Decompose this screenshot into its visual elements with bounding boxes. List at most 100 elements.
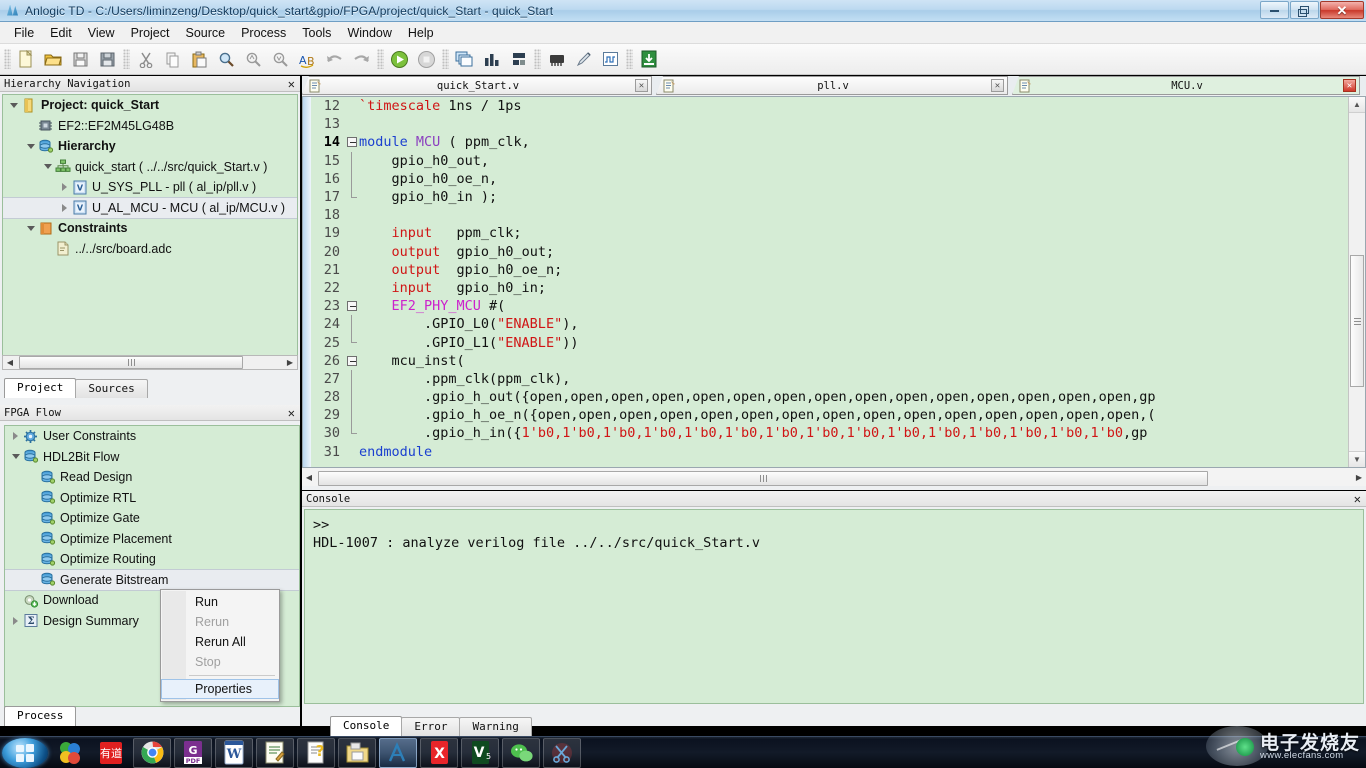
floorplan-icon[interactable] <box>506 47 531 72</box>
tree-item[interactable]: EF2::EF2M45LG48B <box>3 116 297 137</box>
scroll-down-icon[interactable]: ▼ <box>1349 451 1365 467</box>
layers-icon[interactable] <box>452 47 477 72</box>
toolbar-grip[interactable] <box>442 49 449 69</box>
tab-console[interactable]: Console <box>330 716 403 736</box>
code-line[interactable]: 28 .gpio_h_out({open,open,open,open,open… <box>303 388 1348 407</box>
expand-arrow-icon[interactable] <box>9 616 22 625</box>
fold-collapse-icon[interactable] <box>345 297 359 315</box>
context-menu-item-rerun-all[interactable]: Rerun All <box>161 632 279 652</box>
open-folder-icon[interactable] <box>41 47 66 72</box>
scroll-thumb[interactable] <box>318 470 1208 486</box>
scroll-left-icon[interactable]: ◀ <box>3 358 17 367</box>
menu-process[interactable]: Process <box>233 24 294 42</box>
scroll-right-icon[interactable]: ▶ <box>283 358 297 367</box>
find-previous-icon[interactable] <box>241 47 266 72</box>
sogou-pinyin-icon[interactable] <box>51 738 89 768</box>
download-icon[interactable] <box>636 47 661 72</box>
hierarchy-panel-close-icon[interactable]: ✕ <box>286 78 297 90</box>
flow-panel-close-icon[interactable]: ✕ <box>286 407 297 419</box>
code-line[interactable]: 23 EF2_PHY_MCU #( <box>303 297 1348 315</box>
code-line[interactable]: 27 .ppm_clk(ppm_clk), <box>303 369 1348 388</box>
tree-item[interactable]: Optimize Gate <box>5 508 299 529</box>
expand-arrow-icon[interactable] <box>58 183 71 192</box>
undo-icon[interactable] <box>322 47 347 72</box>
save-all-icon[interactable] <box>95 47 120 72</box>
toolbar-grip[interactable] <box>626 49 633 69</box>
copy-icon[interactable] <box>160 47 185 72</box>
scroll-track[interactable] <box>316 470 1352 486</box>
toolbar-grip[interactable] <box>123 49 130 69</box>
menu-source[interactable]: Source <box>177 24 233 42</box>
tab-process[interactable]: Process <box>4 706 77 726</box>
editor-tab-pll[interactable]: pll.v ✕ <box>656 76 1008 95</box>
editor-horizontal-scrollbar[interactable]: ◀ ▶ <box>302 468 1366 486</box>
tree-item[interactable]: Project: quick_Start <box>3 95 297 116</box>
menu-help[interactable]: Help <box>400 24 442 42</box>
windows-start-orb-icon[interactable] <box>2 737 48 768</box>
hierarchy-horizontal-scrollbar[interactable]: ◀ ▶ <box>2 355 298 370</box>
fold-collapse-icon[interactable] <box>345 352 359 370</box>
run-icon[interactable] <box>387 47 412 72</box>
tree-item[interactable]: User Constraints <box>5 426 299 447</box>
code-line[interactable]: 12 `timescale 1ns / 1ps <box>303 97 1348 115</box>
code-line[interactable]: 15 gpio_h0_out, <box>303 151 1348 170</box>
tree-item[interactable]: quick_start ( ../../src/quick_Start.v ) <box>3 157 297 178</box>
code-line[interactable]: 19 input ppm_clk; <box>303 224 1348 242</box>
code-line[interactable]: 13 <box>303 115 1348 133</box>
tree-item[interactable]: Constraints <box>3 218 297 239</box>
help-document-icon[interactable]: ? <box>297 737 335 768</box>
tree-item[interactable]: V U_AL_MCU - MCU ( al_ip/MCU.v ) <box>3 196 297 219</box>
code-line[interactable]: 20 output gpio_h0_out; <box>303 243 1348 261</box>
word-icon[interactable]: W <box>215 737 253 768</box>
console-close-icon[interactable]: ✕ <box>1352 493 1363 505</box>
wechat-icon[interactable] <box>502 737 540 768</box>
snipping-tool-icon[interactable] <box>543 737 581 768</box>
stop-icon[interactable] <box>414 47 439 72</box>
code-line[interactable]: 18 <box>303 206 1348 224</box>
code-line[interactable]: 22 input gpio_h0_in; <box>303 279 1348 297</box>
code-line[interactable]: 17 gpio_h0_in ); <box>303 187 1348 206</box>
tree-item[interactable]: Optimize RTL <box>5 488 299 509</box>
scroll-left-icon[interactable]: ◀ <box>302 473 316 482</box>
chip-icon[interactable] <box>544 47 569 72</box>
flow-context-menu[interactable]: Run Rerun Rerun All Stop Properties <box>160 589 280 702</box>
code-editor[interactable]: 12 `timescale 1ns / 1ps 13 14 module MCU ( p… <box>302 96 1366 468</box>
collapse-arrow-icon[interactable] <box>24 143 37 149</box>
report-chart-icon[interactable] <box>479 47 504 72</box>
save-icon[interactable] <box>68 47 93 72</box>
find-icon[interactable] <box>214 47 239 72</box>
tab-sources[interactable]: Sources <box>75 379 148 398</box>
console-output[interactable]: >> HDL-1007 : analyze verilog file ../..… <box>304 509 1364 704</box>
tab-error[interactable]: Error <box>401 717 461 736</box>
restore-button[interactable] <box>1290 1 1319 19</box>
fold-collapse-icon[interactable] <box>345 133 359 151</box>
waveform-icon[interactable] <box>598 47 623 72</box>
redo-icon[interactable] <box>349 47 374 72</box>
youdao-dict-icon[interactable]: 有道 <box>92 738 130 768</box>
menu-project[interactable]: Project <box>123 24 178 42</box>
hierarchy-tree[interactable]: Project: quick_Start EF2::EF2M45LG48B Hier… <box>2 94 298 366</box>
collapse-arrow-icon[interactable] <box>24 225 37 231</box>
toolbar-grip[interactable] <box>534 49 541 69</box>
tree-item[interactable]: Optimize Placement <box>5 529 299 550</box>
replace-icon[interactable]: AB <box>295 47 320 72</box>
code-line[interactable]: 26 mcu_inst( <box>303 352 1348 370</box>
context-menu-item-properties[interactable]: Properties <box>161 679 279 699</box>
scroll-thumb[interactable] <box>1350 255 1364 387</box>
collapse-arrow-icon[interactable] <box>41 164 54 170</box>
editor-tab-quick-start[interactable]: quick_Start.v ✕ <box>302 76 652 95</box>
tree-item[interactable]: Hierarchy <box>3 136 297 157</box>
tree-item[interactable]: Generate Bitstream <box>5 568 299 591</box>
menu-tools[interactable]: Tools <box>294 24 339 42</box>
expand-arrow-icon[interactable] <box>58 203 71 212</box>
context-menu-item-run[interactable]: Run <box>161 592 279 612</box>
find-next-icon[interactable] <box>268 47 293 72</box>
xmind-icon[interactable]: X <box>420 737 458 768</box>
foxit-pdf-icon[interactable]: G PDF <box>174 737 212 768</box>
editor-tab-mcu[interactable]: MCU.v ✕ <box>1012 76 1360 95</box>
toolbar-grip[interactable] <box>377 49 384 69</box>
collapse-arrow-icon[interactable] <box>9 454 22 460</box>
tree-item[interactable]: V U_SYS_PLL - pll ( al_ip/pll.v ) <box>3 177 297 198</box>
tree-item[interactable]: Read Design <box>5 467 299 488</box>
code-line[interactable]: 25 .GPIO_L1("ENABLE")) <box>303 333 1348 351</box>
